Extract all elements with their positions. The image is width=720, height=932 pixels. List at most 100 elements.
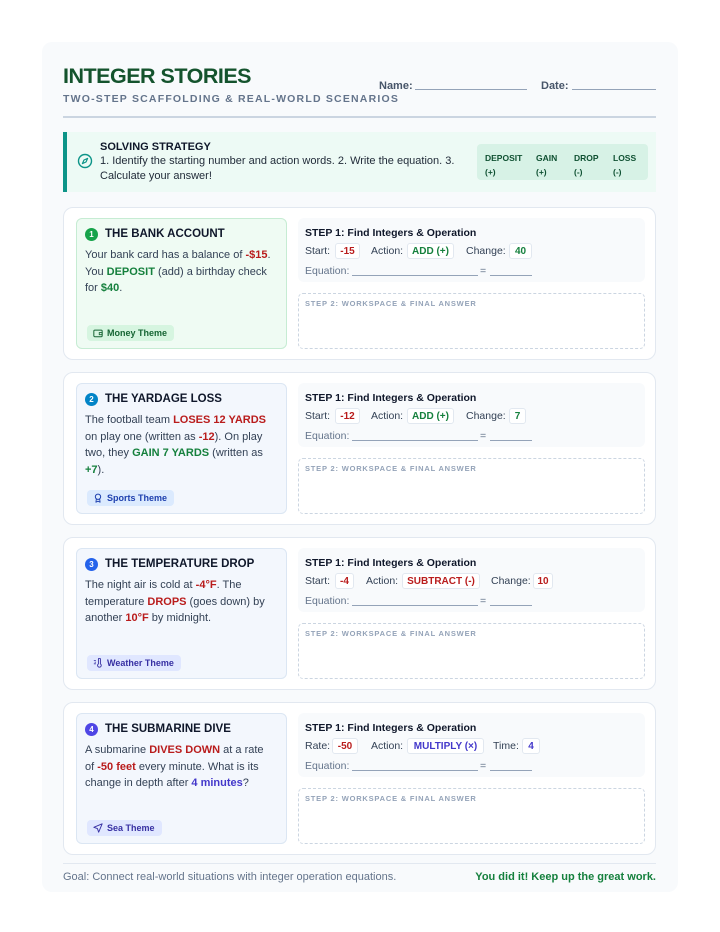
page-subtitle: TWO-STEP SCAFFOLDING & REAL-WORLD SCENAR… [63,93,400,105]
keyword-gain: GAIN (+) [536,153,558,177]
action-label: Action: [366,575,399,587]
step1-title: STEP 1: Find Integers & Operation [305,227,477,239]
problem-card-temperature: 3 THE TEMPERATURE DROP The night air is … [63,537,656,690]
equation-label: Equation: [305,265,350,277]
change-label: Change: [491,575,531,587]
strategy-title: SOLVING STRATEGY [100,141,211,153]
workspace-area[interactable]: STEP 2: WORKSPACE & FINAL ANSWER [298,458,645,514]
compass-icon [77,153,93,169]
answer-input[interactable] [490,275,532,276]
start-value[interactable]: -15 [335,243,360,259]
wallet-icon [93,329,103,337]
workspace-label: STEP 2: WORKSPACE & FINAL ANSWER [305,794,477,803]
step1-panel: STEP 1: Find Integers & Operation Start:… [298,548,645,612]
equation-input[interactable] [352,440,478,441]
equals-sign: = [480,595,487,607]
theme-badge: Sea Theme [87,820,162,836]
workspace-label: STEP 2: WORKSPACE & FINAL ANSWER [305,464,477,473]
step1-title: STEP 1: Find Integers & Operation [305,722,477,734]
change-value[interactable]: 40 [509,243,532,259]
equation-label: Equation: [305,595,350,607]
problem-title: THE TEMPERATURE DROP [105,558,255,570]
footer-divider [63,863,656,864]
start-label: Start: [305,575,331,587]
step1-title: STEP 1: Find Integers & Operation [305,557,477,569]
equals-sign: = [480,760,487,772]
date-field[interactable] [572,89,656,90]
problem-number: 2 [85,393,98,406]
step1-panel: STEP 1: Find Integers & Operation Start:… [298,383,645,447]
keyword-deposit: DEPOSIT (+) [485,153,523,177]
header-divider [63,116,656,118]
name-label: Name: [379,80,413,92]
workspace-area[interactable]: STEP 2: WORKSPACE & FINAL ANSWER [298,623,645,679]
problem-card-yardage: 2 THE YARDAGE LOSS The football team LOS… [63,372,656,525]
story-panel: 4 THE SUBMARINE DIVE A submarine DIVES D… [76,713,287,844]
workspace-area[interactable]: STEP 2: WORKSPACE & FINAL ANSWER [298,293,645,349]
start-label: Start: [305,410,331,422]
workspace-area[interactable]: STEP 2: WORKSPACE & FINAL ANSWER [298,788,645,844]
problem-title: THE YARDAGE LOSS [105,393,222,405]
date-label: Date: [541,80,569,92]
rate-value[interactable]: -50 [332,738,358,754]
change-value[interactable]: 7 [509,408,526,424]
step1-panel: STEP 1: Find Integers & Operation Start:… [298,218,645,282]
action-label: Action: [371,245,404,257]
step1-panel: STEP 1: Find Integers & Operation Rate: … [298,713,645,777]
start-value[interactable]: -12 [335,408,360,424]
workspace-label: STEP 2: WORKSPACE & FINAL ANSWER [305,629,477,638]
equation-label: Equation: [305,760,350,772]
keyword-legend: DEPOSIT (+) GAIN (+) DROP (-) LOSS (-) [477,144,648,180]
story-text: A submarine DIVES DOWN at a rate of -50 … [85,744,264,789]
equals-sign: = [480,430,487,442]
rate-label: Rate: [305,740,331,752]
equation-input[interactable] [352,605,478,606]
workspace-label: STEP 2: WORKSPACE & FINAL ANSWER [305,299,477,308]
start-label: Start: [305,245,331,257]
theme-badge: Sports Theme [87,490,175,506]
keyword-drop: DROP (-) [574,153,599,177]
action-value[interactable]: MULTIPLY (×) [407,738,484,754]
answer-input[interactable] [490,605,532,606]
equation-label: Equation: [305,430,350,442]
action-label: Action: [371,410,404,422]
problem-title: THE SUBMARINE DIVE [105,723,231,735]
story-panel: 3 THE TEMPERATURE DROP The night air is … [76,548,287,679]
action-label: Action: [371,740,404,752]
problem-title: THE BANK ACCOUNT [105,228,225,240]
time-value[interactable]: 4 [522,738,540,754]
action-value[interactable]: SUBTRACT (-) [402,573,480,589]
story-panel: 1 THE BANK ACCOUNT Your bank card has a … [76,218,287,349]
problem-number: 1 [85,228,98,241]
page-title: INTEGER STORIES [63,64,252,88]
problem-number: 4 [85,723,98,736]
equation-input[interactable] [352,770,478,771]
story-text: Your bank card has a balance of -$15. Yo… [85,249,271,294]
change-value[interactable]: 10 [533,573,553,589]
start-value[interactable]: -4 [335,573,354,589]
story-text: The football team LOSES 12 YARDS on play… [85,414,266,476]
problem-card-submarine: 4 THE SUBMARINE DIVE A submarine DIVES D… [63,702,656,855]
theme-badge: Money Theme [87,325,175,341]
name-field[interactable] [415,89,527,90]
story-panel: 2 THE YARDAGE LOSS The football team LOS… [76,383,287,514]
step1-title: STEP 1: Find Integers & Operation [305,392,477,404]
theme-badge: Weather Theme [87,655,181,671]
change-label: Change: [466,410,506,422]
footer-goal: Goal: Connect real-world situations with… [63,871,397,883]
problem-number: 3 [85,558,98,571]
story-text: The night air is cold at -4°F. The tempe… [85,579,265,624]
footer-encouragement: You did it! Keep up the great work. [475,871,656,883]
equals-sign: = [480,265,487,277]
keyword-loss: LOSS (-) [613,153,637,177]
thermometer-icon [93,657,102,668]
equation-input[interactable] [352,275,478,276]
strategy-text: 1. Identify the starting number and acti… [100,155,455,182]
time-label: Time: [493,740,519,752]
medal-icon [94,493,102,503]
action-value[interactable]: ADD (+) [407,243,454,259]
answer-input[interactable] [490,440,532,441]
answer-input[interactable] [490,770,532,771]
action-value[interactable]: ADD (+) [407,408,454,424]
problem-card-bank: 1 THE BANK ACCOUNT Your bank card has a … [63,207,656,360]
